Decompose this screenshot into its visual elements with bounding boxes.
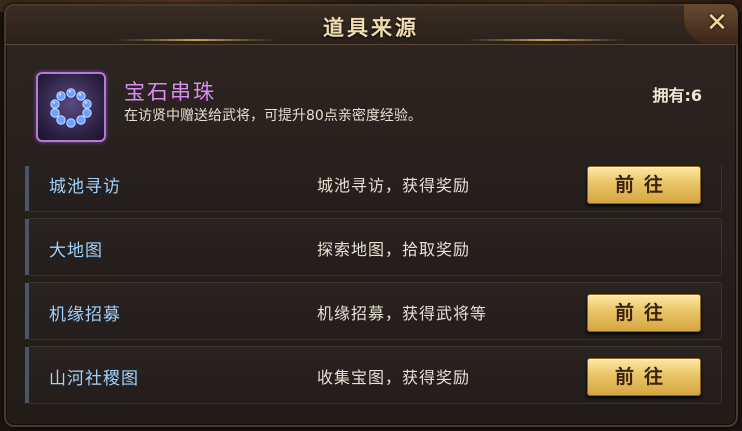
owned-count: 拥有:6 (652, 86, 702, 105)
title-ornament-right (466, 39, 626, 41)
item-source-dialog: 道具来源 ✕ 宝石串珠 在访贤中赠送给武将，可提升80点亲密度经验。 拥有:6 (4, 4, 738, 427)
source-description: 城池寻访，获得奖励 (317, 176, 471, 195)
item-description: 在访贤中赠送给武将，可提升80点亲密度经验。 (124, 108, 422, 124)
item-name: 宝石串珠 (124, 80, 216, 104)
source-row: 机缘招募 机缘招募，获得武将等 前往 (25, 282, 722, 340)
source-name: 大地图 (49, 241, 103, 261)
go-button[interactable]: 前往 (587, 358, 701, 396)
source-description: 收集宝图，获得奖励 (317, 368, 471, 387)
source-row: 城池寻访 城池寻访，获得奖励 前往 (25, 166, 722, 212)
title-ornament-left (116, 39, 276, 41)
blue-gem-bracelet-icon (36, 72, 106, 142)
dialog-titlebar: 道具来源 ✕ (6, 4, 738, 45)
source-name: 山河社稷图 (49, 369, 139, 389)
close-button[interactable]: ✕ (702, 8, 732, 38)
source-description: 探索地图，拾取奖励 (317, 240, 471, 259)
source-description: 机缘招募，获得武将等 (317, 304, 488, 323)
go-button[interactable]: 前往 (587, 166, 701, 204)
source-row: 大地图 探索地图，拾取奖励 (25, 218, 722, 276)
go-button[interactable]: 前往 (587, 294, 701, 332)
source-list[interactable]: 城池寻访 城池寻访，获得奖励 前往 大地图 探索地图，拾取奖励 机缘招募 机缘招… (24, 166, 722, 414)
dialog-title: 道具来源 (323, 15, 419, 40)
source-name: 机缘招募 (49, 305, 121, 325)
source-name: 城池寻访 (49, 177, 121, 197)
source-row: 山河社稷图 收集宝图，获得奖励 前往 (25, 346, 722, 404)
